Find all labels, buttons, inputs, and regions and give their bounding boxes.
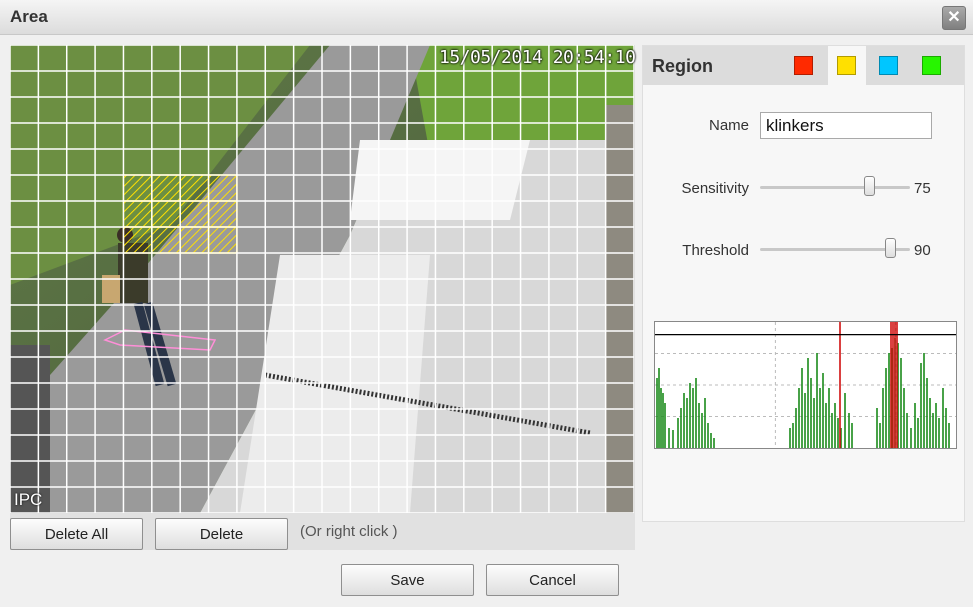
camera-scene[interactable] xyxy=(10,45,634,513)
save-button[interactable]: Save xyxy=(341,564,474,596)
selected-cell[interactable] xyxy=(122,174,153,202)
sensitivity-slider-track[interactable] xyxy=(760,186,910,189)
delete-all-button[interactable]: Delete All xyxy=(10,518,143,550)
selected-cell[interactable] xyxy=(179,226,210,254)
delete-button[interactable]: Delete xyxy=(155,518,288,550)
threshold-slider-thumb[interactable] xyxy=(885,238,897,258)
selected-cell[interactable] xyxy=(122,200,153,228)
color-swatch xyxy=(879,56,898,75)
dialog-titlebar: Area ✕ xyxy=(0,0,973,35)
cancel-button[interactable]: Cancel xyxy=(486,564,619,596)
selected-cell[interactable] xyxy=(151,174,181,202)
timestamp-overlay: 15/05/2014 20:54:10 xyxy=(439,47,636,68)
selected-cell[interactable] xyxy=(151,226,181,254)
motion-graph xyxy=(654,321,957,449)
close-icon: ✕ xyxy=(947,9,961,26)
threshold-value: 90 xyxy=(914,242,931,259)
selected-cell[interactable] xyxy=(151,200,181,228)
color-swatch xyxy=(794,56,813,75)
region-color-yellow[interactable] xyxy=(828,46,866,85)
dialog-title: Area xyxy=(10,7,48,26)
name-label: Name xyxy=(708,117,749,134)
region-panel: Region Name Sensitivity 75 Threshold 90 xyxy=(642,45,965,522)
close-button[interactable]: ✕ xyxy=(942,6,966,30)
selected-cell[interactable] xyxy=(179,174,210,202)
color-swatch xyxy=(922,56,941,75)
region-header: Region xyxy=(643,46,964,85)
color-swatch xyxy=(837,56,856,75)
bright-patch xyxy=(350,140,530,220)
selected-cell[interactable] xyxy=(122,226,153,254)
sensitivity-label: Sensitivity xyxy=(681,180,749,197)
left-dark xyxy=(10,345,50,513)
motion-graph-svg xyxy=(655,322,956,448)
region-color-blue[interactable] xyxy=(870,46,908,85)
selected-cell[interactable] xyxy=(207,226,238,254)
name-input[interactable] xyxy=(760,112,932,139)
region-color-green[interactable] xyxy=(913,46,951,85)
camera-view[interactable] xyxy=(10,45,634,513)
right-click-hint: (Or right click ) xyxy=(300,523,398,540)
region-color-red[interactable] xyxy=(785,46,823,85)
selected-cell[interactable] xyxy=(207,174,238,202)
sensitivity-slider-thumb[interactable] xyxy=(864,176,876,196)
channel-label: IPC xyxy=(14,490,43,509)
sensitivity-value: 75 xyxy=(914,180,931,197)
selected-cell[interactable] xyxy=(207,200,238,228)
region-title: Region xyxy=(652,56,713,76)
selected-cell[interactable] xyxy=(179,200,210,228)
threshold-label: Threshold xyxy=(682,242,749,259)
wall xyxy=(606,105,634,513)
